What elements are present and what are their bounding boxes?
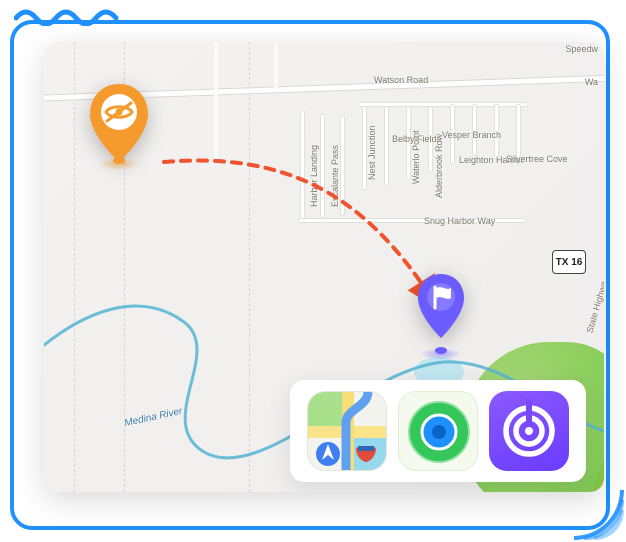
label-alderbrook-row: Alderbrook Row xyxy=(434,134,444,198)
label-escalante-pass: Escalante Pass xyxy=(330,145,340,207)
hidden-eye-icon xyxy=(84,82,154,166)
label-medina-river: Medina River xyxy=(124,406,184,429)
squiggle-decoration-top xyxy=(14,4,134,26)
label-vesper-branch: Vesper Branch xyxy=(442,130,501,140)
app-dock xyxy=(290,380,586,482)
flag-icon xyxy=(411,272,471,344)
label-watson-road: Watson Road xyxy=(374,75,428,85)
label-waterloo-point: Waterlo Point xyxy=(411,130,421,184)
boundary-line xyxy=(74,42,75,492)
label-state-highway: State Highwa xyxy=(585,280,604,334)
boundary-line xyxy=(249,42,250,492)
road-minor xyxy=(274,42,278,88)
highway-shield-label: TX 16 xyxy=(556,257,583,268)
label-speedway: Speedw xyxy=(565,44,598,54)
pin-destination[interactable] xyxy=(406,272,476,362)
map-card: Watson Road Wa Speedw Harbor Landing Esc… xyxy=(44,42,604,492)
app-icon-apple-maps[interactable] xyxy=(307,391,387,471)
label-nest-junction: Nest Junction xyxy=(367,125,377,180)
apple-maps-icon xyxy=(308,392,387,471)
label-silvertree-cove: Silvertree Cove xyxy=(506,154,568,164)
pin-hidden-location[interactable] xyxy=(84,82,154,172)
label-snug-harbor-way: Snug Harbor Way xyxy=(424,216,495,226)
label-watson-suffix: Wa xyxy=(585,77,598,87)
map-canvas[interactable]: Watson Road Wa Speedw Harbor Landing Esc… xyxy=(44,42,604,492)
road-minor xyxy=(214,42,218,162)
find-my-icon xyxy=(399,392,478,471)
app-icon-life360[interactable] xyxy=(489,391,569,471)
life360-icon xyxy=(489,391,569,471)
app-icon-find-my[interactable] xyxy=(398,391,478,471)
highway-shield-tx16: TX 16 xyxy=(552,250,586,274)
label-harbor-landing: Harbor Landing xyxy=(309,145,319,207)
